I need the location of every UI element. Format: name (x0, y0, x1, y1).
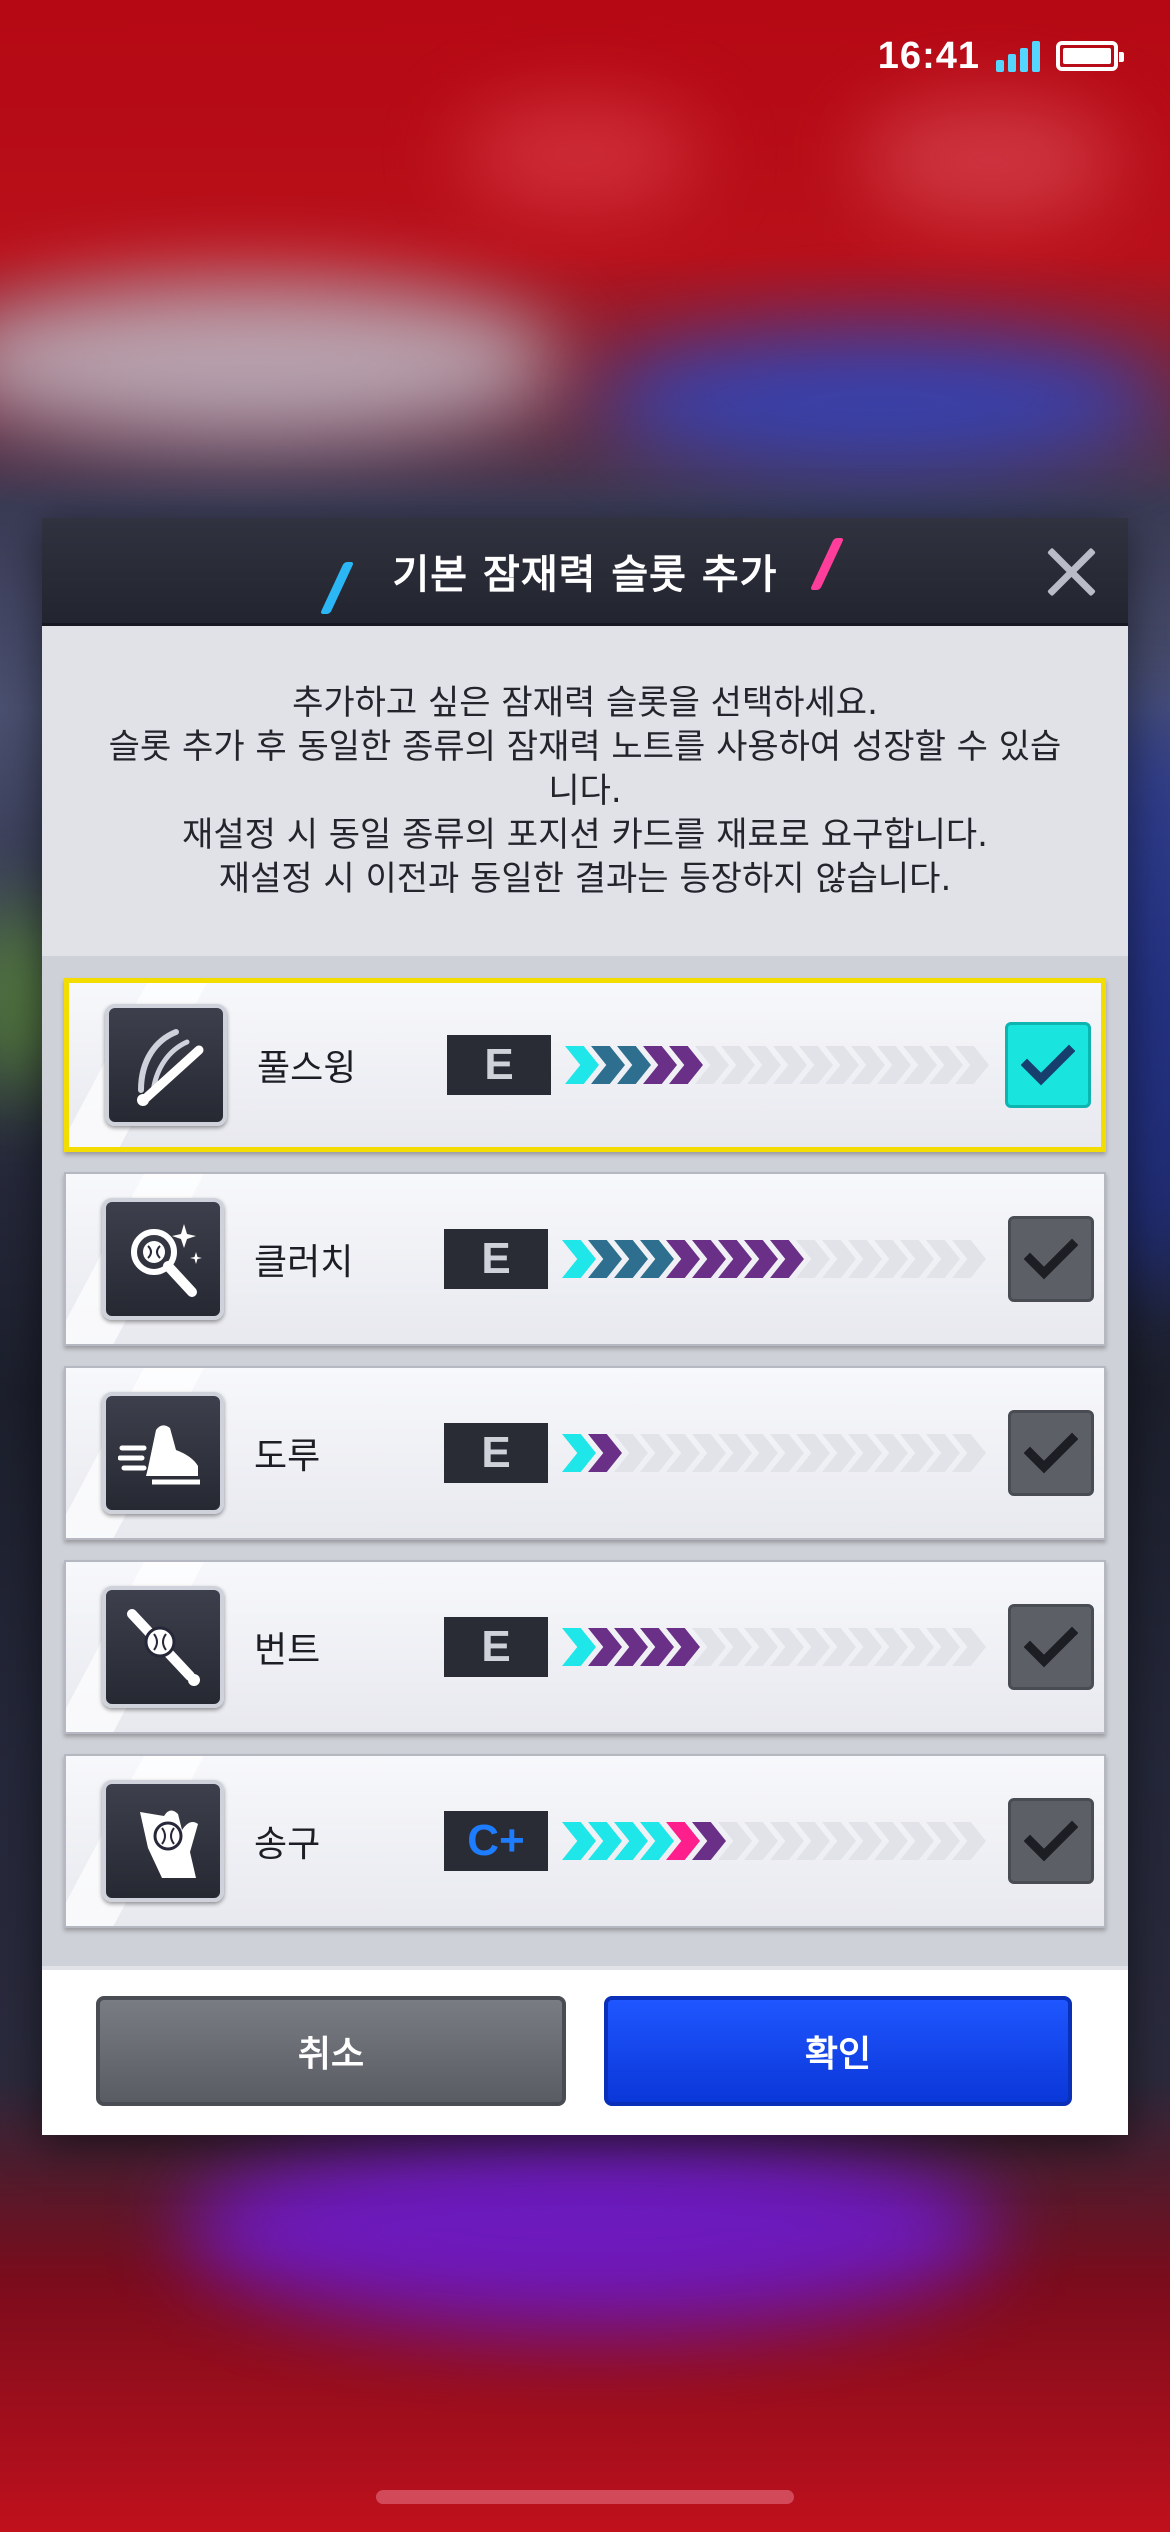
progress-chevron (562, 1822, 596, 1860)
throw-hand-icon (102, 1780, 224, 1902)
confirm-button[interactable]: 확인 (604, 1996, 1072, 2106)
slot-item[interactable]: 풀스윙 E (64, 978, 1106, 1152)
potential-progress-bar (562, 1627, 986, 1667)
status-bar: 16:41 (877, 30, 1124, 82)
slot-name: 클러치 (254, 1242, 354, 1283)
potential-progress-bar (565, 1045, 989, 1085)
select-checkbox[interactable] (1008, 1604, 1094, 1690)
slot-name: 풀스윙 (257, 1048, 357, 1089)
clock: 16:41 (877, 34, 980, 77)
full-swing-bat-icon (105, 1004, 227, 1126)
select-checkbox[interactable] (1008, 1798, 1094, 1884)
slot-name: 번트 (254, 1630, 321, 1671)
progress-chevron (565, 1046, 599, 1084)
dialog-header: 기본 잠재력 슬롯 추가 (42, 518, 1128, 626)
dialog-description: 추가하고 싶은 잠재력 슬롯을 선택하세요. 슬롯 추가 후 동일한 종류의 잠… (108, 683, 1062, 899)
slot-name: 송구 (254, 1824, 321, 1865)
potential-progress-bar (562, 1433, 986, 1473)
dialog-title: 기본 잠재력 슬롯 추가 (392, 551, 778, 598)
grade-badge: E (444, 1229, 548, 1289)
cancel-button[interactable]: 취소 (96, 1996, 566, 2106)
slot-name: 도루 (254, 1436, 321, 1477)
select-checkbox[interactable] (1008, 1216, 1094, 1302)
slot-item[interactable]: 클러치 E (64, 1172, 1106, 1346)
steal-shoe-icon (102, 1392, 224, 1514)
decor-slash-pink (809, 538, 845, 590)
grade-badge: E (444, 1617, 548, 1677)
slot-list: 풀스윙 E 클러치 E 도루 E 번트 E 송구 C+ (42, 956, 1128, 1966)
dialog-buttons: 취소 확인 (42, 1970, 1128, 2135)
home-indicator[interactable] (376, 2490, 794, 2504)
slot-item[interactable]: 번트 E (64, 1560, 1106, 1734)
close-icon[interactable] (1044, 545, 1098, 599)
progress-chevron (562, 1628, 596, 1666)
potential-progress-bar (562, 1239, 986, 1279)
select-checkbox[interactable] (1005, 1022, 1091, 1108)
grade-badge: E (444, 1423, 548, 1483)
grade-badge: C+ (444, 1811, 548, 1871)
progress-chevron (562, 1434, 596, 1472)
clutch-magnifier-icon (102, 1198, 224, 1320)
decor-slash-blue (319, 562, 355, 614)
slot-item[interactable]: 도루 E (64, 1366, 1106, 1540)
battery-icon (1056, 41, 1124, 71)
signal-icon (996, 40, 1040, 72)
add-potential-slot-dialog: 기본 잠재력 슬롯 추가 추가하고 싶은 잠재력 슬롯을 선택하세요. 슬롯 추… (42, 518, 1128, 2135)
bunt-bat-icon (102, 1586, 224, 1708)
progress-chevron (562, 1240, 596, 1278)
slot-item[interactable]: 송구 C+ (64, 1754, 1106, 1928)
select-checkbox[interactable] (1008, 1410, 1094, 1496)
grade-badge: E (447, 1035, 551, 1095)
potential-progress-bar (562, 1821, 986, 1861)
